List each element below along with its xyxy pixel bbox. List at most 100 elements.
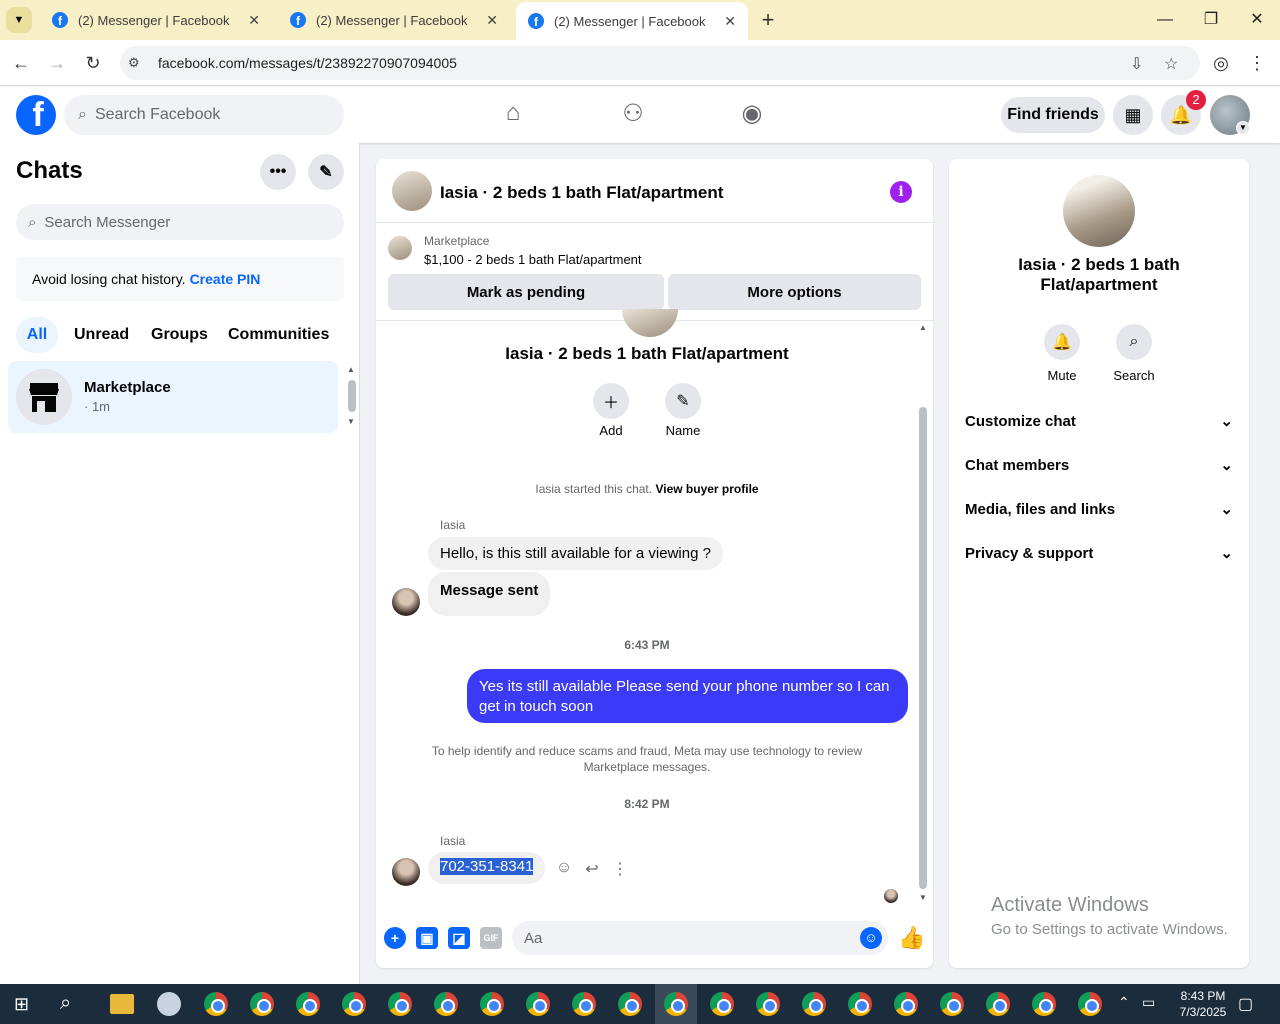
incoming-message-bubble[interactable]: Message sent — [428, 572, 551, 616]
customize-chat-section[interactable]: Customize chat ⌄ — [965, 399, 1233, 443]
chevron-down-icon[interactable]: ▼ — [1236, 121, 1250, 135]
chats-scrollbar-thumb[interactable] — [348, 380, 356, 412]
site-settings-icon[interactable]: ⚙ — [128, 55, 152, 71]
media-files-links-section[interactable]: Media, files and links ⌄ — [965, 487, 1233, 531]
find-friends-button[interactable]: Find friends — [1001, 97, 1105, 133]
chat-title[interactable]: Iasia · 2 beds 1 bath Flat/apartment — [440, 183, 723, 203]
chrome-icon[interactable] — [526, 992, 550, 1016]
chrome-icon[interactable] — [756, 992, 780, 1016]
tab-search-button[interactable]: ▼ — [6, 7, 32, 33]
gif-icon[interactable]: GIF — [480, 927, 502, 949]
plus-circle-icon[interactable]: + — [384, 927, 406, 949]
incoming-message-bubble[interactable]: 702-351-8341 — [428, 852, 546, 884]
react-smiley-icon[interactable]: ☺ — [554, 859, 574, 879]
chrome-icon[interactable] — [204, 992, 228, 1016]
chrome-icon[interactable] — [1078, 992, 1102, 1016]
chrome-icon[interactable] — [986, 992, 1010, 1016]
name-chat-action[interactable]: ✎ — [665, 383, 701, 419]
taskbar-clock[interactable]: 8:43 PM 7/3/2025 — [1163, 988, 1243, 1020]
browser-menu-icon[interactable]: ⋮ — [1244, 50, 1270, 76]
scroll-up-arrow-icon[interactable]: ▲ — [347, 365, 355, 374]
chrome-icon[interactable] — [664, 992, 688, 1016]
reply-arrow-icon[interactable]: ↩ — [582, 859, 602, 879]
listing-thumbnail[interactable] — [388, 236, 412, 260]
restore-icon[interactable]: ❐ — [1196, 8, 1226, 32]
emoji-icon[interactable]: ☺ — [860, 927, 882, 949]
filter-communities-tab[interactable]: Communities — [228, 317, 329, 353]
new-message-icon[interactable]: ✎ — [308, 154, 344, 190]
bookmark-star-icon[interactable]: ☆ — [1164, 54, 1178, 74]
incoming-message-bubble[interactable]: Hello, is this still available for a vie… — [428, 537, 723, 570]
browser-tab[interactable]: f (2) Messenger | Facebook ✕ — [278, 0, 510, 40]
chrome-icon[interactable] — [940, 992, 964, 1016]
chrome-icon[interactable] — [480, 992, 504, 1016]
sender-avatar[interactable] — [392, 588, 420, 616]
chrome-icon[interactable] — [802, 992, 826, 1016]
home-icon[interactable]: ⌂ — [497, 99, 529, 131]
chrome-icon[interactable] — [388, 992, 412, 1016]
message-input[interactable]: Aa — [512, 921, 888, 955]
outgoing-message-bubble[interactable]: Yes its still available Please send your… — [467, 669, 908, 723]
sender-avatar[interactable] — [392, 858, 420, 886]
message-more-icon[interactable]: ⋮ — [610, 859, 630, 879]
messenger-search-input[interactable]: ⌕ Search Messenger — [16, 204, 344, 240]
search-action[interactable]: ⌕ Search — [1104, 324, 1164, 383]
more-options-icon[interactable]: ••• — [260, 154, 296, 190]
filter-all-tab[interactable]: All — [16, 317, 58, 353]
groups-icon[interactable]: ◉ — [736, 99, 768, 131]
browser-tab-active[interactable]: f (2) Messenger | Facebook ✕ — [516, 2, 748, 40]
sticker-icon[interactable]: ◪ — [448, 927, 470, 949]
account-icon[interactable]: ◎ — [1208, 50, 1234, 76]
scroll-down-arrow-icon[interactable]: ▼ — [347, 417, 355, 426]
install-app-icon[interactable]: ⇩ — [1130, 54, 1143, 74]
forward-arrow-icon[interactable]: → — [44, 50, 70, 76]
new-tab-button[interactable]: + — [756, 6, 780, 34]
close-window-icon[interactable]: ✕ — [1242, 8, 1272, 32]
browser-tab[interactable]: f (2) Messenger | Facebook ✕ — [40, 0, 272, 40]
scroll-down-arrow-icon[interactable]: ▼ — [919, 893, 927, 902]
create-pin-link[interactable]: Create PIN — [190, 271, 261, 287]
more-options-button[interactable]: More options — [668, 274, 921, 310]
chrome-icon[interactable] — [572, 992, 596, 1016]
reload-icon[interactable]: ↻ — [80, 50, 106, 76]
conversation-item-marketplace[interactable]: Marketplace · 1m — [8, 361, 338, 433]
taskbar-search-icon[interactable]: ⌕ — [60, 992, 71, 1015]
facebook-logo-icon[interactable]: f — [16, 95, 56, 135]
attach-photo-icon[interactable]: ▣ — [416, 927, 438, 949]
mark-as-pending-button[interactable]: Mark as pending — [388, 274, 664, 310]
listing-price-title[interactable]: $1,100 - 2 beds 1 bath Flat/apartment — [424, 252, 642, 267]
view-buyer-profile-link[interactable]: View buyer profile — [655, 482, 758, 496]
back-arrow-icon[interactable]: ← — [8, 50, 34, 76]
add-people-action[interactable]: ＋ — [593, 383, 629, 419]
chrome-icon[interactable] — [894, 992, 918, 1016]
chat-avatar[interactable] — [392, 171, 432, 211]
facebook-search-input[interactable]: ⌕ Search Facebook — [64, 95, 344, 135]
chrome-icon[interactable] — [848, 992, 872, 1016]
filter-unread-tab[interactable]: Unread — [74, 317, 129, 353]
chat-scrollbar-thumb[interactable] — [919, 407, 927, 889]
windows-start-icon[interactable]: ⊞ — [14, 994, 34, 1014]
close-tab-icon[interactable]: ✕ — [724, 13, 736, 30]
friends-icon[interactable]: ⚇ — [617, 99, 649, 131]
info-icon[interactable]: i — [890, 181, 912, 203]
notification-center-icon[interactable]: ▢ — [1238, 994, 1253, 1014]
close-tab-icon[interactable]: ✕ — [486, 12, 498, 29]
chrome-icon[interactable] — [618, 992, 642, 1016]
chrome-icon[interactable] — [434, 992, 458, 1016]
scroll-up-arrow-icon[interactable]: ▲ — [919, 323, 927, 332]
menu-grid-icon[interactable]: ▦ — [1113, 95, 1153, 135]
chat-members-section[interactable]: Chat members ⌄ — [965, 443, 1233, 487]
privacy-support-section[interactable]: Privacy & support ⌄ — [965, 531, 1233, 575]
url-field[interactable]: ⚙ facebook.com/messages/t/23892270907094… — [120, 46, 1200, 80]
mute-action[interactable]: 🔔 Mute — [1032, 324, 1092, 383]
chrome-icon[interactable] — [710, 992, 734, 1016]
paint-app-icon[interactable] — [157, 992, 181, 1016]
info-avatar[interactable] — [1063, 175, 1135, 247]
chrome-icon[interactable] — [296, 992, 320, 1016]
chrome-icon[interactable] — [250, 992, 274, 1016]
minimize-icon[interactable]: — — [1150, 8, 1180, 32]
tray-chevron-up-icon[interactable]: ⌃ — [1118, 994, 1130, 1011]
chrome-icon[interactable] — [342, 992, 366, 1016]
filter-groups-tab[interactable]: Groups — [151, 317, 208, 353]
close-tab-icon[interactable]: ✕ — [248, 12, 260, 29]
